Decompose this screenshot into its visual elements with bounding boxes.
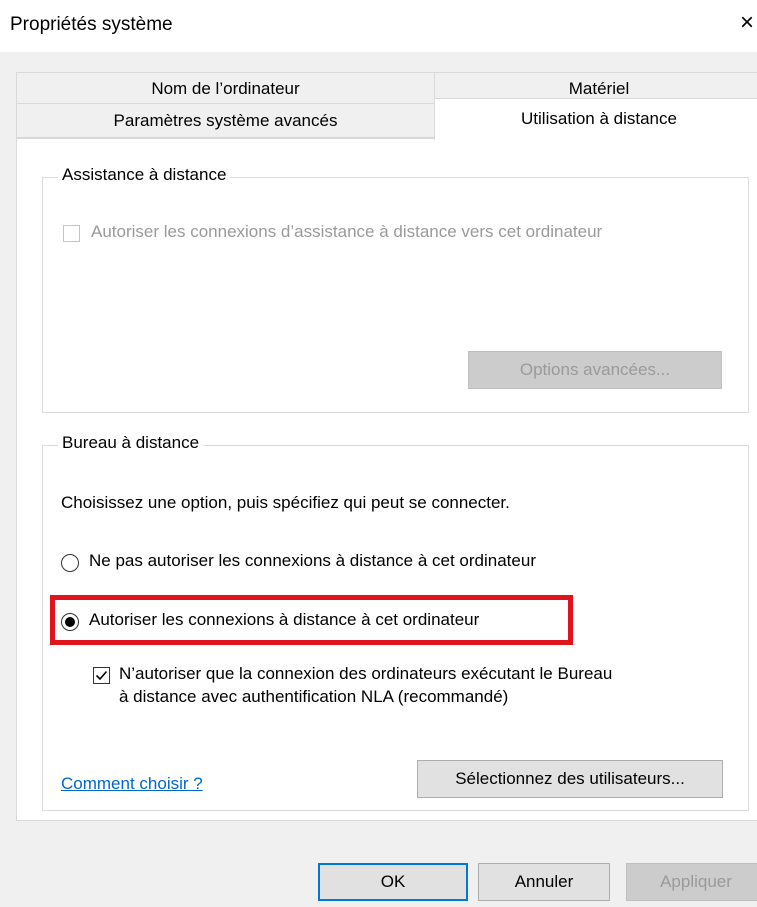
radio-deny-connections[interactable] <box>61 554 79 572</box>
remote-assistance-checkbox[interactable] <box>63 225 80 242</box>
ok-button[interactable]: OK <box>318 863 468 901</box>
remote-assistance-checkbox-label: Autoriser les connexions d’assistance à … <box>91 222 603 241</box>
apply-button[interactable]: Appliquer <box>626 863 757 901</box>
help-link[interactable]: Comment choisir ? <box>61 774 203 794</box>
remote-assistance-group: Assistance à distance Autoriser les conn… <box>42 165 749 413</box>
remote-desktop-instruction: Choisissez une option, puis spécifiez qu… <box>61 493 510 512</box>
remote-assistance-legend: Assistance à distance <box>58 165 231 185</box>
close-icon[interactable]: × <box>740 9 757 37</box>
window-title: Propriétés système <box>10 14 173 35</box>
radio-deny-connections-label[interactable]: Ne pas autoriser les connexions à distan… <box>89 551 536 571</box>
tab-nom-ordinateur[interactable]: Nom de l’ordinateur <box>16 72 435 104</box>
cancel-button[interactable]: Annuler <box>478 863 610 901</box>
advanced-options-button[interactable]: Options avancées... <box>468 351 722 389</box>
tab-parametres-avances[interactable]: Paramètres système avancés <box>16 103 435 138</box>
annotation-highlight <box>50 595 573 645</box>
nla-checkbox[interactable] <box>93 667 110 684</box>
nla-checkbox-label-line1[interactable]: N’autoriser que la connexion des ordinat… <box>119 664 612 684</box>
tab-utilisation-distance[interactable]: Utilisation à distance <box>434 98 757 140</box>
nla-checkbox-label-line2[interactable]: à distance avec authentification NLA (re… <box>119 687 508 707</box>
select-users-button[interactable]: Sélectionnez des utilisateurs... <box>417 760 723 798</box>
tab-panel: Assistance à distance Autoriser les conn… <box>16 138 757 821</box>
checkmark-icon <box>95 670 108 681</box>
remote-desktop-legend: Bureau à distance <box>58 433 204 453</box>
